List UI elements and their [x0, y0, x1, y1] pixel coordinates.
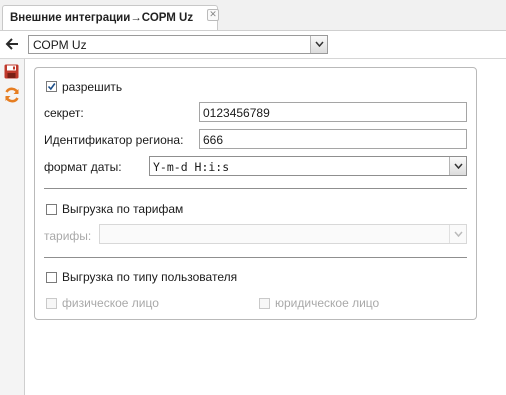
by-tariff-label: Выгрузка по тарифам — [62, 202, 184, 216]
divider — [44, 257, 467, 258]
tab-title: Внешние интеграции→СОРМ Uz — [10, 12, 194, 24]
region-value: 666 — [203, 133, 224, 147]
tab-bar: Внешние интеграции→СОРМ Uz ✕ — [0, 0, 506, 31]
refresh-icon[interactable] — [3, 86, 21, 107]
divider — [44, 188, 467, 189]
back-arrow-icon[interactable] — [4, 36, 20, 52]
legal-checkbox[interactable] — [259, 298, 270, 309]
secret-label: секрет: — [44, 106, 84, 120]
date-format-select[interactable]: Y-m-d H:i:s — [149, 156, 467, 176]
date-format-value: Y-m-d H:i:s — [153, 160, 230, 174]
tariffs-label: тарифы: — [44, 229, 92, 243]
by-user-type-label: Выгрузка по типу пользователя — [62, 270, 238, 284]
region-label: Идентификатор региона: — [44, 133, 184, 147]
date-format-label: формат даты: — [44, 160, 122, 174]
left-toolbar — [0, 59, 25, 395]
by-tariff-checkbox[interactable] — [46, 204, 57, 215]
by-user-type-checkbox[interactable] — [46, 272, 57, 283]
allow-label: разрешить — [62, 80, 123, 94]
allow-checkbox[interactable] — [46, 81, 57, 92]
secret-value: 0123456789 — [203, 106, 270, 120]
secret-input[interactable]: 0123456789 — [199, 102, 467, 122]
save-icon[interactable] — [4, 64, 19, 82]
chevron-down-icon[interactable] — [449, 157, 466, 175]
individual-checkbox[interactable] — [46, 298, 57, 309]
tariffs-select[interactable] — [99, 224, 467, 244]
nav-row: СОРМ Uz — [0, 31, 506, 59]
integration-select-value: СОРМ Uz — [33, 38, 87, 52]
region-input[interactable]: 666 — [199, 129, 467, 149]
integration-select[interactable]: СОРМ Uz — [28, 35, 328, 54]
individual-label: физическое лицо — [62, 296, 159, 310]
chevron-down-icon[interactable] — [449, 225, 466, 243]
chevron-down-icon[interactable] — [310, 36, 327, 53]
tab-sorm-uz[interactable]: Внешние интеграции→СОРМ Uz ✕ — [2, 5, 219, 30]
settings-panel: разрешить секрет: 0123456789 Идентификат… — [34, 67, 477, 320]
tab-close-icon[interactable]: ✕ — [207, 9, 219, 21]
legal-label: юридическое лицо — [275, 296, 380, 310]
